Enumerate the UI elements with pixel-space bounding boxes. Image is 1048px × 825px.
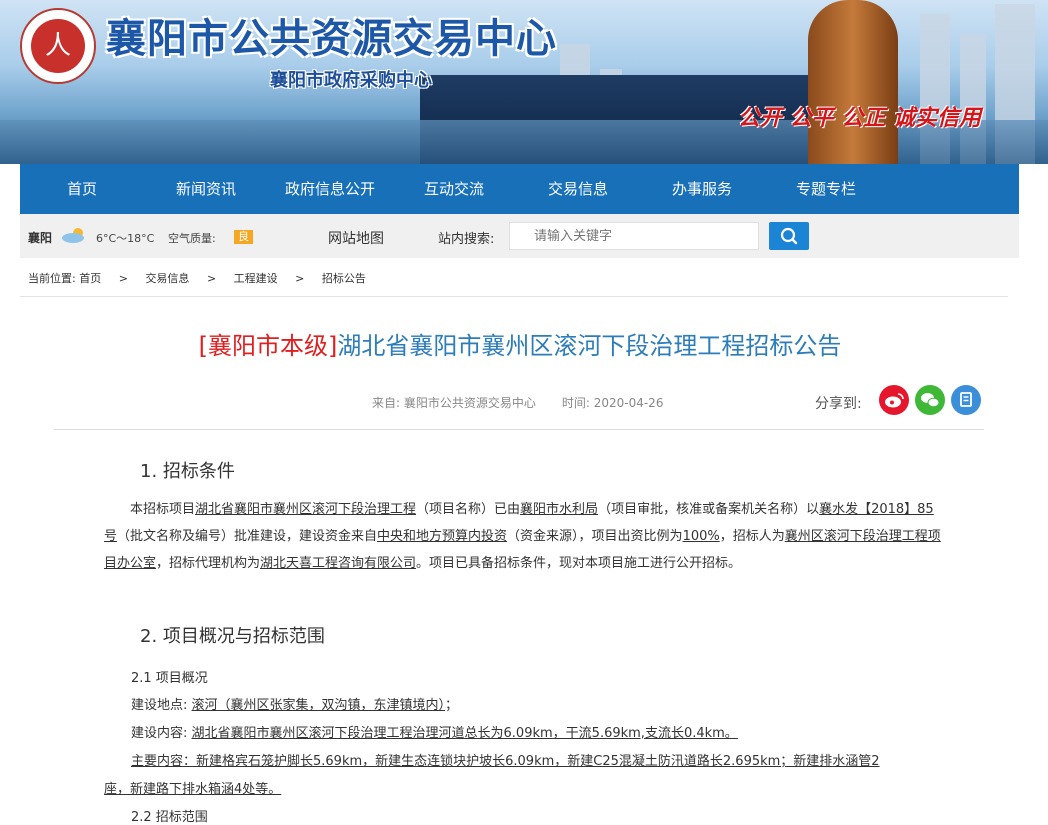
- subsection-2-1: 2.1 项目概况: [131, 671, 208, 686]
- share-label: 分享到:: [815, 396, 862, 412]
- subsection-2-2: 2.2 招标范围: [131, 810, 208, 825]
- banner-statue: [808, 0, 898, 164]
- header-banner: 人 襄阳市公共资源交易中心 襄阳市政府采购中心 公开 公平 公正 诚实信用: [0, 0, 1048, 164]
- article-meta: 来自: 襄阳市公共资源交易中心 时间: 2020-04-26: [372, 394, 663, 411]
- weather-temperature: 6°C～18°C: [96, 232, 155, 245]
- content-line: 建设内容: 湖北省襄阳市襄州区滚河下段治理工程治理河道总长为6.09km，干流5…: [131, 722, 738, 741]
- breadcrumb-item-trade[interactable]: 交易信息: [145, 272, 189, 285]
- site-logo[interactable]: 人: [20, 8, 96, 84]
- weather-city: 襄阳: [28, 231, 53, 245]
- text: ，招标人为: [719, 529, 785, 544]
- fund-source: 中央和地方预算内投资: [377, 529, 508, 544]
- main-nav: 首页 新闻资讯 政府信息公开 互动交流 交易信息 办事服务 专题专栏: [20, 164, 1019, 214]
- content-value: 湖北省襄阳市襄州区滚河下段治理工程治理河道总长为6.09km，干流5.69km,…: [191, 726, 738, 741]
- breadcrumb-item-notice[interactable]: 招标公告: [322, 272, 366, 285]
- section-heading-2: 2. 项目概况与招标范围: [140, 626, 325, 647]
- nav-interaction[interactable]: 互动交流: [392, 164, 516, 214]
- agent-name: 湖北天喜工程咨询有限公司: [260, 556, 417, 571]
- nav-trade-info[interactable]: 交易信息: [516, 164, 640, 214]
- article-title-tag: [襄阳市本级]: [198, 332, 338, 360]
- divider: [20, 296, 1008, 297]
- search-input[interactable]: [509, 222, 759, 250]
- share-other-icon[interactable]: [951, 385, 981, 415]
- content-label: 建设内容:: [131, 726, 188, 741]
- project-name: 湖北省襄阳市襄州区滚河下段治理工程: [195, 502, 417, 517]
- main-content-line-2: 座，新建路下排水箱涵4处等。: [104, 778, 281, 797]
- article-title: [襄阳市本级]湖北省襄阳市襄州区滚河下段治理工程招标公告: [0, 326, 1040, 361]
- nav-news[interactable]: 新闻资讯: [144, 164, 268, 214]
- text: （项目名称）已由: [416, 502, 521, 517]
- weibo-icon[interactable]: [879, 385, 909, 415]
- text: （批文名称及编号）批准建设，建设资金来自: [117, 529, 378, 544]
- breadcrumb-separator: >: [118, 272, 128, 285]
- nav-topics[interactable]: 专题专栏: [764, 164, 888, 214]
- divider: [54, 429, 984, 430]
- breadcrumb-item-home[interactable]: 首页: [79, 272, 101, 285]
- fund-ratio: 100%: [682, 529, 720, 544]
- breadcrumb-separator: >: [295, 272, 305, 285]
- sitemap-link[interactable]: 网站地图: [328, 228, 384, 248]
- site-title: 襄阳市公共资源交易中心: [106, 15, 557, 62]
- site-subtitle: 襄阳市政府采购中心: [270, 70, 432, 91]
- search-button[interactable]: [769, 222, 809, 250]
- paragraph-tender-conditions: 本招标项目湖北省襄阳市襄州区滚河下段治理工程（项目名称）已由襄阳市水利局（项目审…: [104, 496, 944, 577]
- site-slogan: 公开 公平 公正 诚实信用: [738, 105, 981, 131]
- text: 。项目已具备招标条件，现对本项目施工进行公开招标。: [416, 556, 742, 571]
- search-label: 站内搜索:: [438, 232, 495, 247]
- article-time: 时间: 2020-04-26: [561, 396, 664, 410]
- nav-gov-info[interactable]: 政府信息公开: [268, 164, 392, 214]
- section-heading-1: 1. 招标条件: [140, 461, 235, 482]
- article-title-text: 湖北省襄阳市襄州区滚河下段治理工程招标公告: [337, 332, 842, 360]
- logo-emblem: 人: [31, 19, 85, 73]
- text: ，招标代理机构为: [156, 556, 261, 571]
- main-content-value: 主要内容：新建格宾石笼护脚长5.69km，新建生态连锁块护坡长6.09km，新建…: [131, 754, 880, 769]
- main-content-line: 主要内容：新建格宾石笼护脚长5.69km，新建生态连锁块护坡长6.09km，新建…: [131, 750, 880, 769]
- text: 本招标项目: [130, 502, 196, 517]
- weather-cloud-icon: [62, 228, 84, 243]
- approver-name: 襄阳市水利局: [520, 502, 599, 517]
- text: ；: [445, 698, 459, 713]
- location-value: 滚河（襄州区张家集，双沟镇，东津镇境内）: [191, 698, 446, 713]
- breadcrumb: 当前位置: 首页 > 交易信息 > 工程建设 > 招标公告: [28, 270, 366, 286]
- aqi-badge: 良: [234, 230, 253, 244]
- text: （资金来源），项目出资比例为: [507, 529, 683, 544]
- nav-home[interactable]: 首页: [20, 164, 144, 214]
- search-icon: [780, 227, 798, 245]
- breadcrumb-separator: >: [206, 272, 217, 285]
- nav-services[interactable]: 办事服务: [640, 164, 764, 214]
- wechat-icon[interactable]: [915, 385, 945, 415]
- article-source: 来自: 襄阳市公共资源交易中心: [372, 396, 536, 410]
- text: （项目审批，核准或备案机关名称）以: [598, 502, 820, 517]
- location-line: 建设地点: 滚河（襄州区张家集，双沟镇，东津镇境内）；: [131, 694, 458, 713]
- breadcrumb-prefix: 当前位置:: [28, 272, 76, 285]
- aqi-label: 空气质量:: [168, 232, 216, 245]
- location-label: 建设地点:: [131, 698, 188, 713]
- toolbar: 襄阳 6°C～18°C 空气质量: 良 网站地图 站内搜索:: [20, 214, 1019, 258]
- breadcrumb-item-engineering[interactable]: 工程建设: [234, 272, 278, 285]
- main-content-value: 座，新建路下排水箱涵4处等。: [104, 782, 282, 797]
